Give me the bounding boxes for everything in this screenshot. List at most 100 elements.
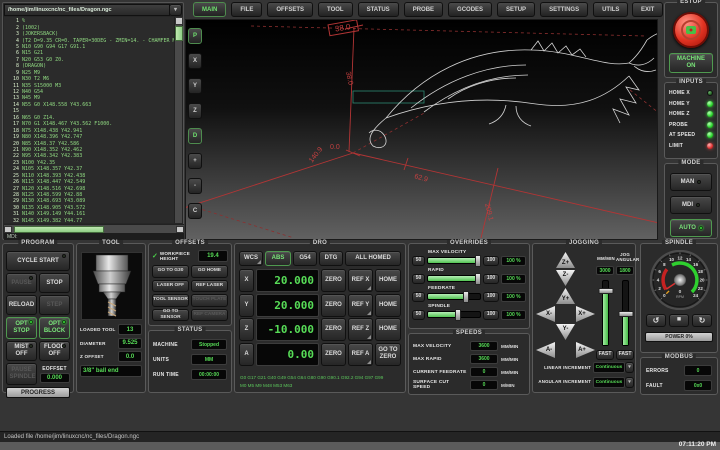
jog-linear-fast-button[interactable]: FAST [596, 350, 614, 360]
mdi-input[interactable]: MDI: [4, 233, 184, 240]
axis-x-button[interactable]: X [239, 269, 254, 292]
zero-x-button[interactable]: ZERO [321, 269, 346, 292]
preview-tool-button[interactable]: D [188, 128, 202, 144]
menu-tab[interactable]: OFFSETS [267, 2, 313, 17]
jog-z-minus-button[interactable]: Z- [556, 270, 575, 286]
slider-handle[interactable] [455, 309, 461, 321]
max-velocity-slider[interactable] [427, 257, 481, 264]
zero-a-button[interactable]: ZERO [321, 343, 346, 366]
jog-x-plus-button[interactable]: X+ [576, 306, 595, 322]
home-z-button[interactable]: HOME [375, 318, 401, 341]
offsets-button[interactable]: REF LASER [191, 280, 228, 293]
zero-z-button[interactable]: ZERO [321, 318, 346, 341]
ovr-max-button[interactable]: 100 [483, 310, 499, 320]
slider-handle[interactable] [475, 273, 481, 285]
jog-a-minus-button[interactable]: A- [536, 342, 555, 358]
jog-z-plus-button[interactable]: Z+ [556, 252, 575, 268]
exit-button[interactable]: EXIT [632, 2, 663, 17]
angular-increment-value[interactable]: Continuous [593, 377, 625, 388]
gcode-line[interactable]: 32N145 X149.382 Y44.77 [6, 218, 175, 223]
zero-y-button[interactable]: ZERO [321, 294, 346, 317]
g54-button[interactable]: G54 [293, 251, 317, 266]
offsets-button[interactable]: GO TO G30 [152, 265, 189, 278]
jog-x-minus-button[interactable]: X- [536, 306, 555, 322]
vscroll-up-button[interactable] [175, 17, 183, 25]
gcode-line[interactable]: 4(T2 D=9.35 CR=0. TAPER=30DEG - ZMIN=14.… [6, 37, 175, 43]
step-button[interactable]: STEP [39, 295, 70, 315]
ref-y-button[interactable]: REF Y [348, 294, 373, 317]
ovr-min-button[interactable]: 50 [412, 256, 425, 266]
estop-button[interactable] [673, 12, 709, 48]
abs-button[interactable]: ABS [265, 251, 291, 266]
reload-button[interactable]: RELOAD [6, 295, 37, 315]
linear-increment-dropdown-icon[interactable]: ▾ [625, 362, 634, 373]
ovr-min-button[interactable]: 50 [412, 310, 425, 320]
mode-auto-button[interactable]: AUTO [670, 219, 712, 237]
preview-tool-button[interactable]: Y [188, 78, 202, 94]
wcs-button[interactable]: WCS [239, 251, 263, 266]
home-x-button[interactable]: HOME [375, 269, 401, 292]
jog-a-plus-button[interactable]: A+ [576, 342, 595, 358]
pause-button[interactable]: PAUSE [6, 273, 37, 293]
preview-tool-button[interactable]: Z [188, 103, 202, 119]
machine-on-button[interactable]: MACHINE ON [669, 53, 713, 73]
axis-z-button[interactable]: Z [239, 318, 254, 341]
slider-handle[interactable] [463, 291, 469, 303]
vscroll-thumb[interactable] [175, 26, 183, 41]
menu-tab[interactable]: GCODES [448, 2, 492, 17]
spindle-stop-button[interactable]: ■ [669, 314, 689, 327]
offsets-button[interactable]: TOOL SENSOR [152, 294, 189, 307]
stop-button[interactable]: STOP [39, 273, 70, 293]
mode-mdi-button[interactable]: MDI [670, 196, 712, 214]
ovr-min-button[interactable]: 50 [412, 292, 425, 302]
hscroll-right-button[interactable] [176, 226, 184, 233]
offsets-button[interactable]: TOUCH PLATE [191, 294, 228, 307]
ovr-min-button[interactable]: 50 [412, 274, 425, 284]
offsets-button[interactable]: REF CAMERA [191, 309, 228, 322]
ovr-max-button[interactable]: 100 [483, 292, 499, 302]
preview-tool-button[interactable]: - [188, 178, 202, 194]
slider-handle[interactable] [475, 255, 481, 267]
spindle-cw-button[interactable]: ↻ [692, 314, 712, 327]
preview-tool-button[interactable]: X [188, 53, 202, 69]
feedrate-slider[interactable] [427, 293, 481, 300]
axis-a-button[interactable]: A [239, 343, 254, 366]
gremlin-preview[interactable]: 38.0 38.0 0.0 140.9 62.9 209.1 [185, 19, 658, 240]
go-to-zero-button[interactable]: GO TO ZERO [375, 343, 401, 366]
menu-tab[interactable]: TOOL [318, 2, 353, 17]
spindle-ccw-button[interactable]: ↺ [646, 314, 666, 327]
ref-x-button[interactable]: REF X [348, 269, 373, 292]
menu-tab[interactable]: SETUP [497, 2, 535, 17]
gcode-list[interactable]: 1% 2(1002) 3(JOKERSBACK) 4(T2 D=9.35 CR=… [4, 17, 175, 223]
jog-linear-handle[interactable] [598, 288, 613, 294]
offsets-button[interactable]: GO TO SENSOR [152, 309, 189, 322]
hscroll-left-button[interactable] [4, 226, 12, 233]
ref-z-button[interactable]: REF Z [348, 318, 373, 341]
jog-y-minus-button[interactable]: Y- [556, 324, 575, 340]
axis-y-button[interactable]: Y [239, 294, 254, 317]
ovr-max-button[interactable]: 100 [483, 256, 499, 266]
file-path-dropdown-icon[interactable]: ▾ [169, 4, 182, 16]
dtg-button[interactable]: DTG [319, 251, 343, 266]
mist-button[interactable]: MIST OFF [6, 341, 37, 361]
all-homed-button[interactable]: ALL HOMED [345, 251, 401, 266]
cycle-start-button[interactable]: CYCLE START [6, 251, 70, 271]
ref-a-button[interactable]: REF A [348, 343, 373, 366]
jog-angular-slider[interactable] [622, 280, 629, 346]
offsets-button[interactable]: GO HOME [191, 265, 228, 278]
linear-increment-value[interactable]: Continuous [593, 362, 625, 373]
rapid-slider[interactable] [427, 275, 481, 282]
menu-tab[interactable]: FILE [231, 2, 262, 17]
preview-tool-button[interactable]: C [188, 203, 202, 219]
offsets-button[interactable]: LASER OFF [152, 280, 189, 293]
spindle-slider[interactable] [427, 311, 481, 318]
menu-tab[interactable]: PROBE [404, 2, 443, 17]
menu-tab[interactable]: STATUS [358, 2, 399, 17]
opt-block-button[interactable]: OPT BLOCK [39, 317, 70, 339]
flood-button[interactable]: FLOOD OFF [39, 341, 70, 361]
gcode-hscrollbar[interactable] [4, 224, 184, 233]
preview-tool-button[interactable]: + [188, 153, 202, 169]
menu-tab[interactable]: MAIN [193, 2, 226, 17]
hscroll-thumb[interactable] [14, 226, 104, 233]
pause-spindle-button[interactable]: PAUSE SPINDLE [6, 363, 37, 385]
